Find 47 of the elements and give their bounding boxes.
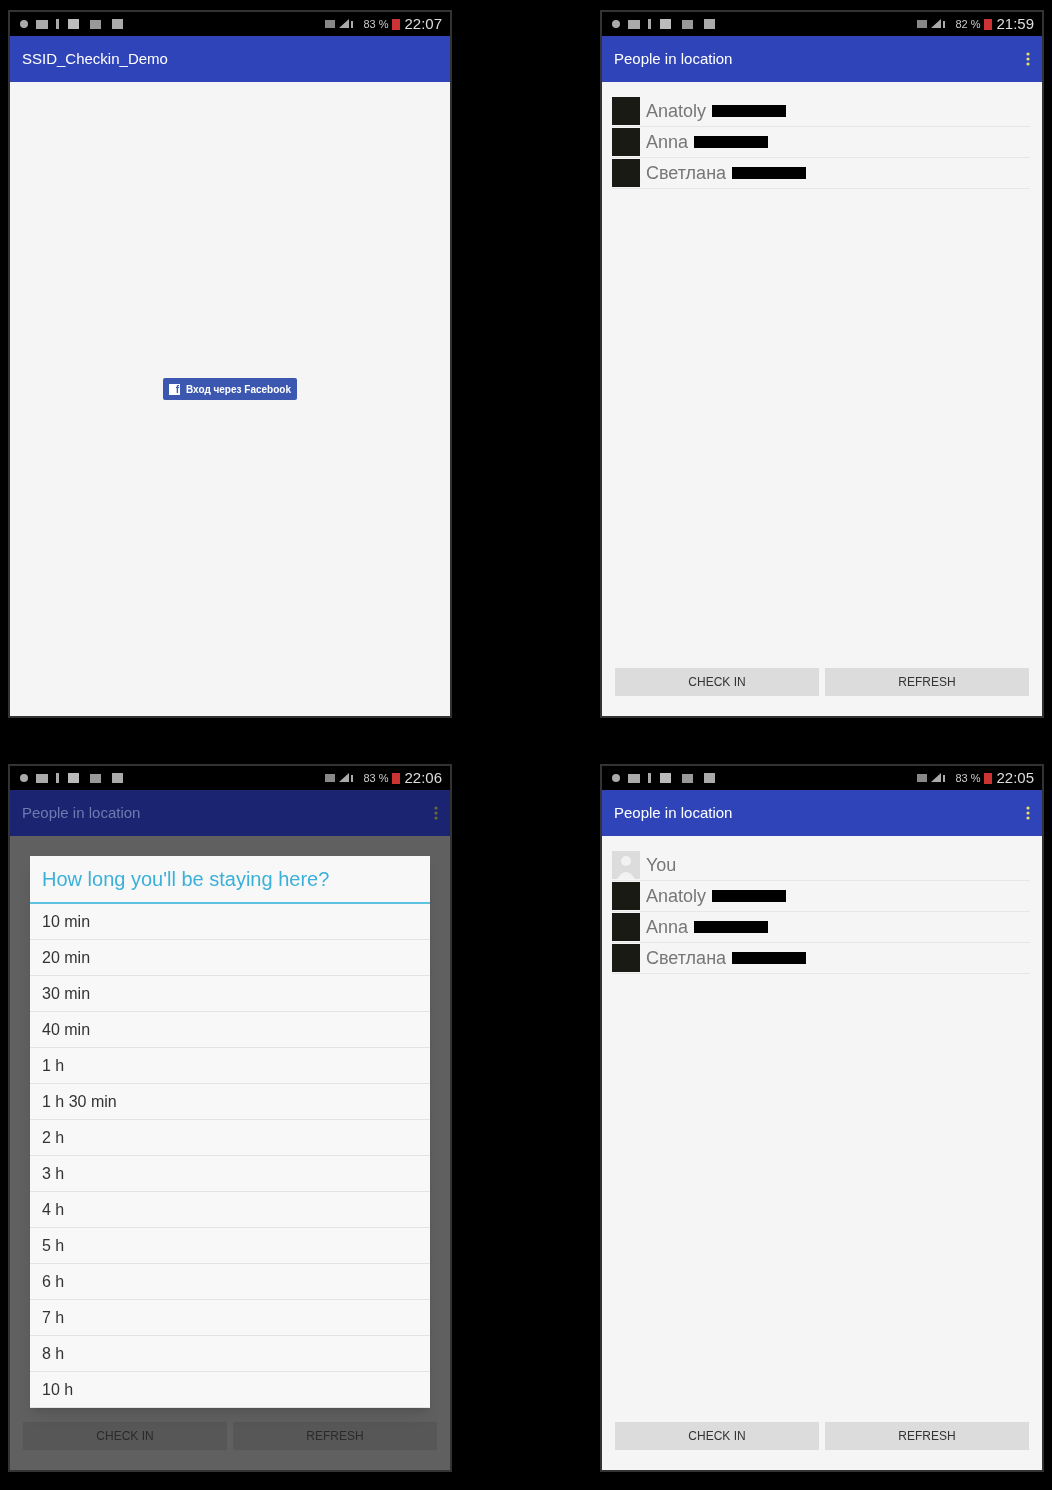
duration-option[interactable]: 40 min bbox=[30, 1012, 430, 1048]
dialog-title: How long you'll be staying here? bbox=[30, 856, 430, 904]
duration-option[interactable]: 20 min bbox=[30, 940, 430, 976]
battery-percent: 83 % bbox=[363, 16, 389, 32]
clock-time: 22:06 bbox=[404, 767, 442, 788]
clock-time: 22:05 bbox=[996, 767, 1034, 788]
action-button[interactable]: CHECK IN bbox=[615, 668, 819, 696]
overflow-menu-icon[interactable] bbox=[1026, 52, 1030, 66]
app-title: SSID_Checkin_Demo bbox=[22, 48, 168, 69]
battery-icon bbox=[984, 18, 993, 30]
clock-time: 21:59 bbox=[996, 13, 1034, 34]
duration-option[interactable]: 8 h bbox=[30, 1336, 430, 1372]
duration-option[interactable]: 10 min bbox=[30, 904, 430, 940]
duration-option[interactable]: 1 h bbox=[30, 1048, 430, 1084]
battery-icon bbox=[392, 18, 401, 30]
person-name[interactable]: Светлана bbox=[646, 159, 727, 187]
person-name[interactable]: Anna bbox=[646, 913, 689, 941]
battery-icon bbox=[392, 772, 401, 784]
app-title: People in location bbox=[614, 48, 733, 69]
duration-option[interactable]: 7 h bbox=[30, 1300, 430, 1336]
duration-option[interactable]: 6 h bbox=[30, 1264, 430, 1300]
battery-icon bbox=[984, 772, 993, 784]
duration-option[interactable]: 3 h bbox=[30, 1156, 430, 1192]
battery-percent: 83 % bbox=[363, 770, 389, 786]
facebook-login-button[interactable]: f Вход через Facebook bbox=[163, 378, 297, 400]
person-name[interactable]: Anatoly bbox=[646, 97, 707, 125]
battery-percent: 82 % bbox=[955, 16, 981, 32]
duration-option[interactable]: 5 h bbox=[30, 1228, 430, 1264]
action-button[interactable]: CHECK IN bbox=[615, 1422, 819, 1450]
clock-time: 22:07 bbox=[404, 13, 442, 34]
overflow-menu-icon[interactable] bbox=[434, 806, 438, 820]
action-button[interactable]: REFRESH bbox=[825, 668, 1029, 696]
duration-option[interactable]: 4 h bbox=[30, 1192, 430, 1228]
person-name[interactable]: Светлана bbox=[646, 944, 727, 972]
duration-option[interactable]: 10 h bbox=[30, 1372, 430, 1408]
duration-option[interactable]: 1 h 30 min bbox=[30, 1084, 430, 1120]
battery-percent: 83 % bbox=[955, 770, 981, 786]
person-name[interactable]: You bbox=[646, 851, 677, 879]
duration-option[interactable]: 30 min bbox=[30, 976, 430, 1012]
facebook-icon: f bbox=[169, 383, 180, 395]
overflow-menu-icon[interactable] bbox=[1026, 806, 1030, 820]
app-title: People in location bbox=[614, 802, 733, 823]
person-name[interactable]: Anatoly bbox=[646, 882, 707, 910]
duration-option[interactable]: 2 h bbox=[30, 1120, 430, 1156]
action-button[interactable]: REFRESH bbox=[825, 1422, 1029, 1450]
app-title: People in location bbox=[22, 802, 141, 823]
person-name[interactable]: Anna bbox=[646, 128, 689, 156]
